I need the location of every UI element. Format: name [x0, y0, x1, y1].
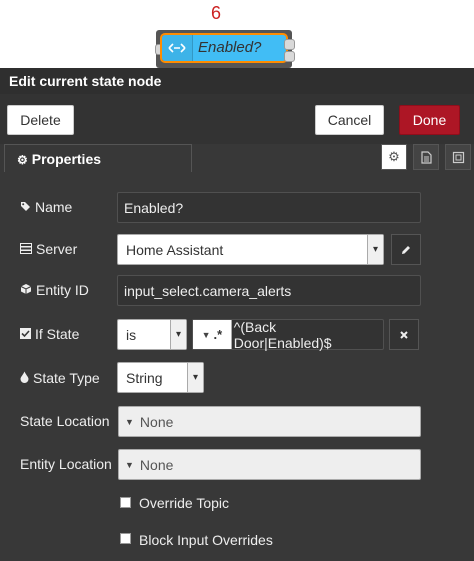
state-type-value: String — [126, 369, 163, 386]
server-label: Server — [20, 241, 77, 257]
chevron-down-icon: ▾ — [170, 320, 186, 349]
close-icon[interactable] — [389, 319, 419, 350]
node-label: Enabled? — [198, 39, 262, 56]
chevron-down-icon: ▾ — [187, 363, 203, 392]
drop-icon — [20, 370, 29, 386]
state-location-value: None — [139, 413, 174, 430]
tab-properties[interactable]: ⚙ Properties — [4, 144, 192, 172]
block-input-overrides-label: Block Input Overrides — [139, 532, 273, 548]
state-location-select[interactable]: ▼ None — [118, 406, 421, 437]
tray-tabs: ⚙ Properties ⚙ — [0, 144, 474, 172]
entity-location-value: None — [139, 456, 174, 473]
checkbox-icon — [20, 326, 31, 342]
if-state-operator-value: is — [126, 326, 137, 343]
entity-id-input[interactable]: input_select.camera_alerts — [117, 275, 421, 306]
caret-down-icon: ▼ — [125, 416, 134, 427]
server-select-value: Home Assistant — [126, 241, 224, 258]
name-label: Name — [20, 199, 72, 215]
gear-icon[interactable]: ⚙ — [381, 144, 407, 170]
type-selector[interactable]: ▼ .* — [193, 320, 232, 349]
chevron-down-icon: ▾ — [367, 235, 383, 264]
pencil-icon[interactable] — [391, 234, 421, 265]
caret-down-icon: ▼ — [201, 329, 211, 340]
frame-icon[interactable] — [445, 144, 471, 170]
name-input[interactable]: Enabled? — [117, 192, 421, 223]
if-state-operator-select[interactable]: is ▾ — [117, 319, 187, 350]
document-icon[interactable] — [413, 144, 439, 170]
done-button[interactable]: Done — [399, 105, 460, 135]
cancel-button[interactable]: Cancel — [315, 105, 384, 135]
current-state-node[interactable]: Enabled? — [155, 30, 295, 68]
delete-button[interactable]: Delete — [7, 105, 74, 135]
arrows-icon — [162, 35, 193, 61]
flow-canvas: 6 Enabled? — [0, 0, 474, 68]
state-type-select[interactable]: String ▾ — [117, 362, 204, 393]
state-type-label: State Type — [20, 370, 100, 386]
if-state-label: If State — [20, 326, 79, 342]
node-change-badge: 6 — [211, 3, 222, 23]
entity-id-label: Entity ID — [20, 282, 89, 298]
if-state-typed-input[interactable]: ▼ .* ^(Back Door|Enabled)$ — [192, 318, 384, 351]
caret-down-icon: ▼ — [125, 459, 134, 470]
cube-icon — [20, 282, 32, 298]
tray-title: Edit current state node — [0, 68, 474, 94]
override-topic-label: Override Topic — [139, 495, 230, 511]
tab-properties-label: Properties — [31, 151, 102, 167]
server-select[interactable]: Home Assistant ▾ — [117, 234, 384, 265]
if-state-value: ^(Back Door|Enabled)$ — [233, 318, 332, 351]
node-body[interactable]: Enabled? — [160, 33, 288, 63]
output-port-2[interactable] — [284, 51, 295, 62]
block-input-overrides-checkbox[interactable] — [120, 533, 131, 544]
override-topic-checkbox[interactable] — [120, 497, 131, 508]
output-port-1[interactable] — [284, 39, 295, 50]
entity-location-select[interactable]: ▼ None — [118, 449, 421, 480]
server-icon — [20, 241, 32, 257]
gear-icon: ⚙ — [17, 153, 28, 167]
entity-location-label: Entity Location — [20, 456, 112, 472]
state-location-label: State Location — [20, 413, 110, 429]
tag-icon — [20, 199, 31, 215]
tray-toolbar: Delete Cancel Done — [0, 94, 474, 144]
